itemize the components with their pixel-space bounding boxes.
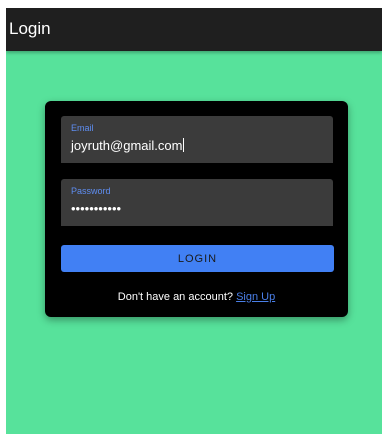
login-card: Email joyruth@gmail.com Password •••••••… [45,101,348,317]
email-field-label: Email [71,123,94,133]
signup-prompt: Don't have an account? [117,291,234,303]
password-field-value[interactable]: ••••••••••• [71,201,121,217]
signup-link[interactable]: Sign Up [236,291,275,303]
signup-row: Don't have an account? Sign Up [45,290,348,304]
email-field-value-wrap[interactable]: joyruth@gmail.com [71,138,185,154]
app-window: Login Email joyruth@gmail.com Password •… [6,8,382,434]
page-title: Login [9,19,51,38]
password-field[interactable]: Password ••••••••••• [61,179,333,226]
password-field-label: Password [71,186,111,196]
text-caret [183,138,185,152]
email-field-value[interactable]: joyruth@gmail.com [71,138,182,153]
app-bar: Login [6,8,382,51]
login-button[interactable]: LOGIN [61,245,334,272]
email-field[interactable]: Email joyruth@gmail.com [61,116,333,163]
